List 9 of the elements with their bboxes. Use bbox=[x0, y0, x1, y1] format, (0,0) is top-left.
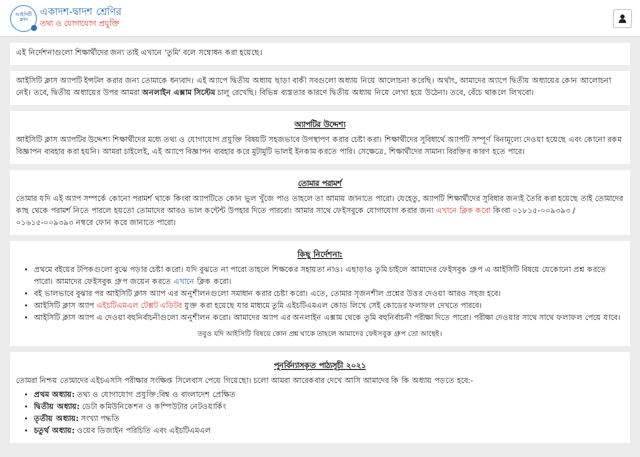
app-subtitle: তথ্য ও যোগাযোগ প্রযুক্তি bbox=[40, 19, 121, 30]
card-heading: পুনর্বিন্যাসকৃত পাঠ্যসূচী ২০২১ bbox=[274, 359, 366, 372]
app-title: একাদশ-দ্বাদশ শ্রেণির bbox=[40, 6, 122, 18]
user-icon bbox=[618, 14, 627, 22]
card-heading: অ্যাপটির উদ্দেশ্য bbox=[294, 118, 346, 131]
user-button[interactable] bbox=[613, 8, 632, 28]
card-heading: তোমার পরামর্শ bbox=[298, 177, 342, 190]
dot-icon bbox=[31, 24, 37, 30]
card-heading: কিছু নির্দেশনা: bbox=[298, 248, 342, 261]
